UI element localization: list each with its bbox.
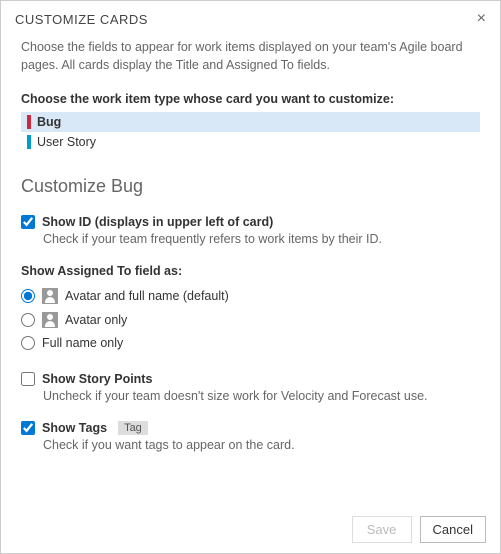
story-points-label: Show Story Points [42, 372, 152, 386]
radio-name-only[interactable]: Full name only [21, 332, 480, 354]
avatar-icon [42, 288, 58, 304]
show-tags-label: Show Tags [42, 421, 107, 435]
radio-avatar-only-input[interactable] [21, 313, 35, 327]
show-tags-checkbox[interactable] [21, 421, 35, 435]
assigned-to-label: Show Assigned To field as: [21, 264, 480, 278]
wit-label: User Story [37, 135, 96, 149]
radio-avatar-full-input[interactable] [21, 289, 35, 303]
colorbar-userstory [27, 135, 31, 149]
radio-avatar-full[interactable]: Avatar and full name (default) [21, 284, 480, 308]
radio-label: Full name only [42, 336, 123, 350]
show-id-row: Show ID (displays in upper left of card)… [21, 215, 480, 246]
wit-item-bug[interactable]: Bug [21, 112, 480, 132]
dialog-header: CUSTOMIZE CARDS × [1, 1, 500, 35]
assigned-to-group: Avatar and full name (default) Avatar on… [21, 284, 480, 354]
save-button[interactable]: Save [352, 516, 412, 543]
show-tags-row: Show Tags Tag Check if you want tags to … [21, 421, 480, 452]
radio-label: Avatar and full name (default) [65, 289, 229, 303]
story-points-hint: Uncheck if your team doesn't size work f… [43, 389, 480, 403]
story-points-checkbox[interactable] [21, 372, 35, 386]
dialog-footer: Save Cancel [352, 516, 486, 543]
avatar-icon [42, 312, 58, 328]
radio-label: Avatar only [65, 313, 127, 327]
wit-label: Bug [37, 115, 61, 129]
radio-name-only-input[interactable] [21, 336, 35, 350]
colorbar-bug [27, 115, 31, 129]
show-tags-hint: Check if you want tags to appear on the … [43, 438, 480, 452]
cancel-button[interactable]: Cancel [420, 516, 486, 543]
customize-subheader: Customize Bug [21, 176, 480, 197]
dialog-title: CUSTOMIZE CARDS [15, 12, 148, 27]
show-id-hint: Check if your team frequently refers to … [43, 232, 480, 246]
close-icon[interactable]: × [477, 11, 486, 27]
wit-list: Bug User Story [21, 112, 480, 152]
story-points-row: Show Story Points Uncheck if your team d… [21, 372, 480, 403]
radio-avatar-only[interactable]: Avatar only [21, 308, 480, 332]
wit-prompt: Choose the work item type whose card you… [21, 92, 480, 106]
intro-text: Choose the fields to appear for work ite… [21, 39, 480, 74]
tag-badge: Tag [118, 421, 148, 435]
wit-item-user-story[interactable]: User Story [21, 132, 480, 152]
show-id-checkbox[interactable] [21, 215, 35, 229]
show-id-label: Show ID (displays in upper left of card) [42, 215, 273, 229]
